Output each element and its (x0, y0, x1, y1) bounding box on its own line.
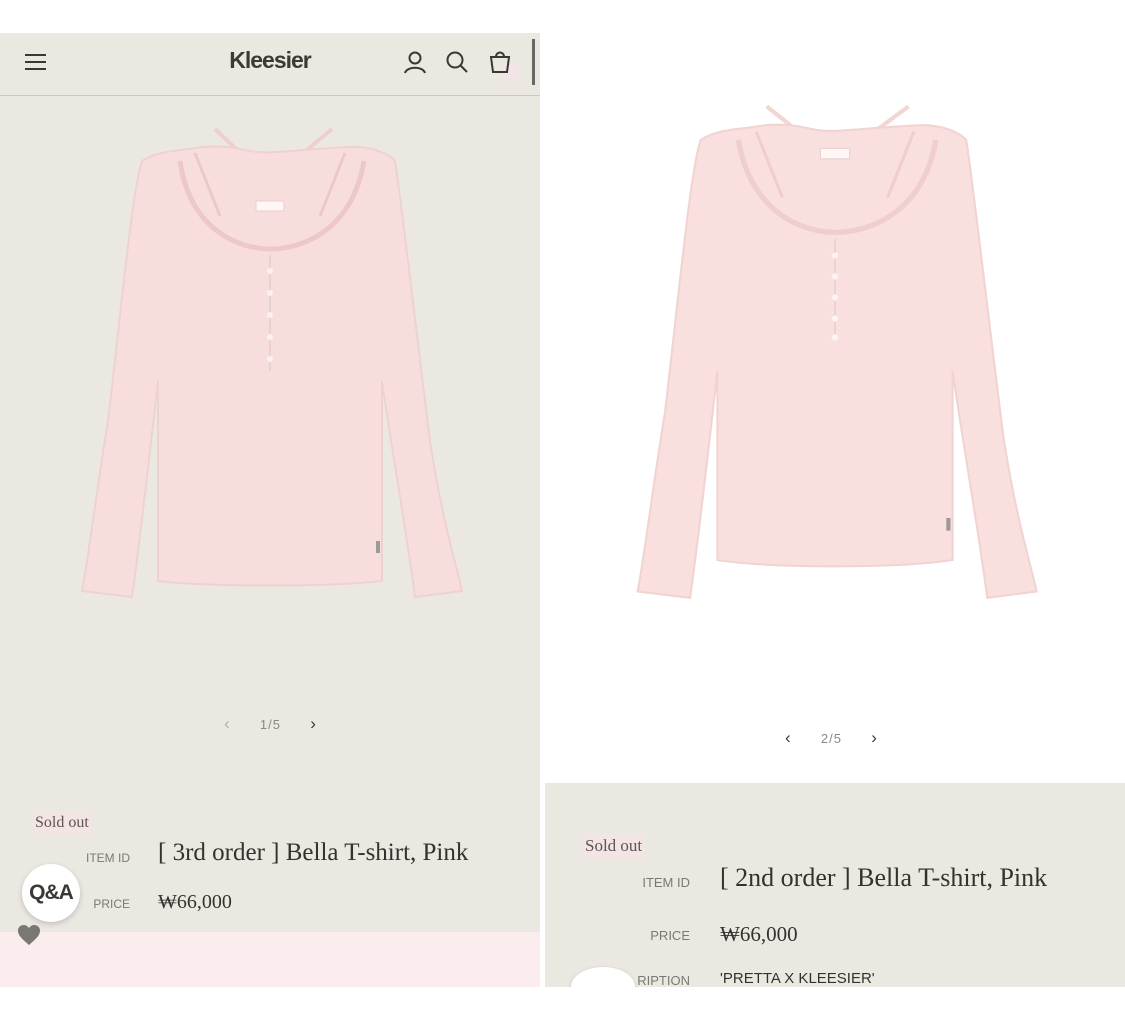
product-price: ₩66,000 (720, 922, 798, 946)
image-pager: ‹ 1/5 › (224, 714, 317, 734)
product-price: ₩66,000 (158, 891, 232, 913)
page-indicator: 1/5 (259, 717, 281, 732)
search-icon[interactable] (444, 49, 470, 75)
left-screenshot: Kleesier ‹ 1/5 › Sold out ITEM ID [3rd … (0, 33, 540, 987)
item-id-label: ITEM ID (642, 875, 690, 890)
product-description: 'PRETTA X KLEESIER' (720, 970, 875, 987)
shopping-bag-icon[interactable] (487, 49, 513, 75)
prev-image-arrow[interactable]: ‹ (224, 714, 231, 734)
heart-icon[interactable] (17, 924, 41, 946)
image-pager: ‹ 2/5 › (785, 728, 878, 748)
next-image-arrow[interactable]: › (871, 728, 878, 748)
scrollbar-indicator (532, 39, 535, 85)
top-navigation-bar: Kleesier (0, 33, 540, 96)
product-name: [ 2nd order ] Bella T-shirt, Pink (720, 863, 1048, 892)
next-image-arrow[interactable]: › (310, 714, 317, 734)
item-id-label: ITEM ID (86, 851, 130, 865)
right-screenshot: ‹ 2/5 › Sold out ITEM ID [ 2nd order ] B… (545, 0, 1125, 987)
qna-button[interactable]: Q&A (22, 864, 80, 922)
product-name: [ 3rd order ] Bella T-shirt, Pink (158, 839, 469, 866)
product-image[interactable] (625, 95, 1045, 605)
sold-out-badge: Sold out (33, 813, 91, 833)
purchase-bar (0, 932, 540, 987)
price-label: PRICE (650, 928, 690, 943)
product-image[interactable] (70, 121, 470, 601)
prev-image-arrow[interactable]: ‹ (785, 728, 792, 748)
sold-out-badge: Sold out (583, 835, 645, 857)
page-indicator: 2/5 (820, 731, 842, 746)
user-icon[interactable] (402, 49, 428, 75)
